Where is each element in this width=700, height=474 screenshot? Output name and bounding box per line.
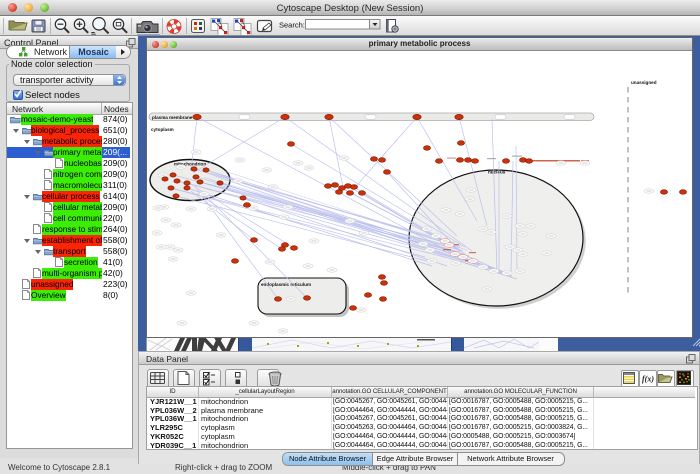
svg-text:cytoplasm: cytoplasm (151, 127, 174, 132)
svg-text:nucleus: nucleus (488, 170, 506, 175)
svg-text:plasma membrane: plasma membrane (152, 115, 193, 120)
svg-text:unassigned: unassigned (631, 80, 657, 85)
svg-text:Search:: Search: (279, 21, 305, 30)
svg-text:f(x): f(x) (642, 375, 654, 384)
